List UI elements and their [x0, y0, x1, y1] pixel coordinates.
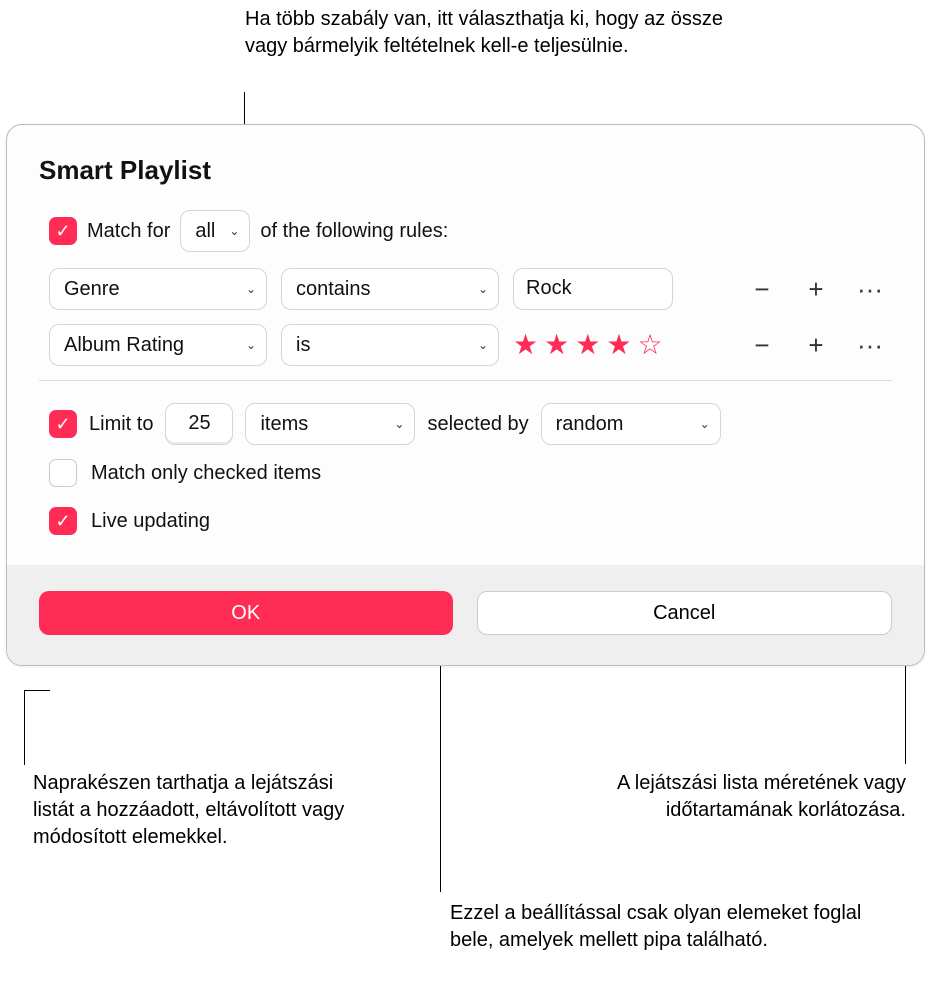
rule-operator-select[interactable]: contains ⌄ — [281, 268, 499, 310]
minus-icon: − — [754, 330, 769, 361]
rule-operator-select[interactable]: is ⌄ — [281, 324, 499, 366]
match-suffix-label: of the following rules: — [260, 220, 448, 243]
star-icon: ★ — [575, 331, 600, 359]
more-icon: ··· — [857, 330, 883, 361]
rule-value-stars[interactable]: ★ ★ ★ ★ ☆ — [513, 331, 730, 359]
leader-line — [24, 690, 50, 691]
ok-button[interactable]: OK — [39, 591, 453, 635]
leader-line — [24, 690, 25, 765]
rule-operator-value: is — [296, 334, 310, 357]
match-mode-select[interactable]: all ⌄ — [180, 210, 250, 252]
match-checkbox[interactable]: ✓ — [49, 217, 77, 245]
plus-icon: + — [808, 330, 823, 361]
chevron-down-icon: ⌄ — [700, 417, 710, 431]
limit-selected-by-value: random — [556, 413, 624, 436]
match-checked-row: Match only checked items — [49, 459, 892, 487]
star-icon: ★ — [606, 331, 631, 359]
annotation-limit: A lejátszási lista méretének vagy időtar… — [526, 770, 906, 824]
match-prefix-label: Match for — [87, 220, 170, 243]
minus-icon: − — [754, 274, 769, 305]
limit-prefix-label: Limit to — [89, 413, 153, 436]
limit-row: ✓ Limit to 25 items ⌄ selected by random… — [49, 403, 892, 445]
add-rule-button[interactable]: + — [798, 271, 834, 307]
annotation-match-checked: Ezzel a beállítással csak olyan elemeket… — [450, 900, 890, 954]
rule-field-value: Album Rating — [64, 334, 184, 357]
rule-row: Album Rating ⌄ is ⌄ ★ ★ ★ ★ ☆ − — [49, 324, 892, 366]
more-rule-button[interactable]: ··· — [852, 327, 888, 363]
match-checked-checkbox[interactable] — [49, 459, 77, 487]
match-rules-row: ✓ Match for all ⌄ of the following rules… — [49, 210, 892, 252]
remove-rule-button[interactable]: − — [744, 327, 780, 363]
rule-field-select[interactable]: Album Rating ⌄ — [49, 324, 267, 366]
check-icon: ✓ — [55, 414, 70, 435]
check-icon: ✓ — [55, 221, 70, 242]
rule-operator-value: contains — [296, 278, 371, 301]
limit-selected-by-select[interactable]: random ⌄ — [541, 403, 721, 445]
star-icon: ★ — [544, 331, 569, 359]
chevron-down-icon: ⌄ — [229, 224, 239, 238]
chevron-down-icon: ⌄ — [478, 282, 488, 296]
rule-row: Genre ⌄ contains ⌄ Rock − + ··· — [49, 268, 892, 310]
smart-playlist-dialog: Smart Playlist ✓ Match for all ⌄ of the … — [6, 124, 925, 666]
cancel-button[interactable]: Cancel — [477, 591, 893, 635]
match-mode-value: all — [195, 220, 215, 243]
plus-icon: + — [808, 274, 823, 305]
chevron-down-icon: ⌄ — [394, 417, 404, 431]
dialog-footer: OK Cancel — [7, 565, 924, 665]
limit-selected-by-label: selected by — [427, 413, 528, 436]
rules-list: Genre ⌄ contains ⌄ Rock − + ··· — [49, 268, 892, 366]
rule-field-value: Genre — [64, 278, 120, 301]
rule-field-select[interactable]: Genre ⌄ — [49, 268, 267, 310]
live-updating-checkbox[interactable]: ✓ — [49, 507, 77, 535]
limit-unit-select[interactable]: items ⌄ — [245, 403, 415, 445]
annotation-match-mode: Ha több szabály van, itt választhatja ki… — [245, 6, 765, 60]
leader-line — [440, 632, 441, 892]
dialog-title: Smart Playlist — [39, 155, 892, 186]
star-icon: ☆ — [637, 331, 662, 359]
chevron-down-icon: ⌄ — [246, 338, 256, 352]
rule-value-input[interactable]: Rock — [513, 268, 673, 310]
limit-unit-value: items — [260, 413, 308, 436]
match-checked-label: Match only checked items — [91, 462, 321, 485]
annotation-live-updating: Naprakészen tarthatja a lejátszási listá… — [33, 770, 363, 851]
live-updating-label: Live updating — [91, 510, 210, 533]
chevron-down-icon: ⌄ — [246, 282, 256, 296]
check-icon: ✓ — [55, 511, 70, 532]
divider — [39, 380, 892, 381]
more-rule-button[interactable]: ··· — [852, 271, 888, 307]
chevron-down-icon: ⌄ — [478, 338, 488, 352]
star-icon: ★ — [513, 331, 538, 359]
limit-checkbox[interactable]: ✓ — [49, 410, 77, 438]
live-updating-row: ✓ Live updating — [49, 507, 892, 535]
limit-count-input[interactable]: 25 — [165, 403, 233, 445]
add-rule-button[interactable]: + — [798, 327, 834, 363]
more-icon: ··· — [857, 274, 883, 305]
remove-rule-button[interactable]: − — [744, 271, 780, 307]
